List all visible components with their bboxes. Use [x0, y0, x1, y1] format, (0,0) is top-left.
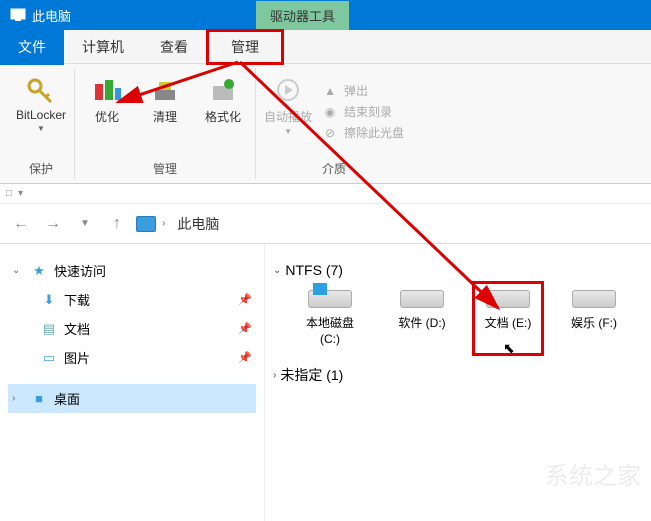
eject-icon: ▲ — [322, 83, 338, 99]
key-icon — [25, 74, 57, 106]
menu-file[interactable]: 文件 — [0, 29, 64, 65]
eject-item: ▲ 弹出 — [322, 82, 404, 99]
sidebar-documents[interactable]: ▤ 文档 📌 — [8, 314, 256, 343]
format-button[interactable]: 格式化 — [199, 74, 247, 125]
drive-icon — [400, 290, 444, 308]
group-manage-label: 管理 — [153, 158, 177, 179]
autoplay-icon — [272, 74, 304, 106]
erase-disc-item: ⊘ 擦除此光盘 — [322, 124, 404, 141]
back-button[interactable]: ← — [8, 211, 34, 237]
cleanup-button[interactable]: 清理 — [141, 74, 189, 125]
pin-icon: 📌 — [238, 293, 252, 306]
drive-f[interactable]: 娱乐 (F:) — [561, 290, 627, 347]
group-media-label: 介质 — [322, 158, 346, 179]
burn-icon: ◉ — [322, 104, 338, 120]
mini-icon: □ — [6, 188, 12, 199]
up-button[interactable]: ↑ — [104, 211, 130, 237]
section-unspecified[interactable]: › 未指定 (1) — [273, 365, 643, 385]
chevron-right-icon: › — [12, 393, 24, 404]
sidebar-quick-access[interactable]: ⌄ ★ 快速访问 — [8, 256, 256, 285]
drive-d[interactable]: 软件 (D:) — [389, 290, 455, 347]
drive-e[interactable]: 文档 (E:) ⬉ — [475, 284, 541, 353]
cleanup-icon — [149, 74, 181, 106]
forward-button[interactable]: → — [40, 211, 66, 237]
desktop-icon: ■ — [30, 391, 48, 407]
dropdown-icon: ▼ — [37, 124, 45, 133]
download-icon: ⬇ — [40, 292, 58, 308]
menu-view[interactable]: 查看 — [142, 29, 206, 65]
drive-c[interactable]: 本地磁盘 (C:) — [297, 290, 363, 347]
breadcrumb-chevron-icon[interactable]: › — [162, 218, 165, 229]
autoplay-button[interactable]: 自动播放 ▼ — [264, 74, 312, 136]
sidebar-downloads[interactable]: ⬇ 下载 📌 — [8, 285, 256, 314]
chevron-right-icon: › — [273, 370, 276, 381]
breadcrumb[interactable]: 此电脑 — [177, 214, 219, 234]
finish-burn-item: ◉ 结束刻录 — [322, 103, 404, 120]
section-ntfs[interactable]: ⌄ NTFS (7) — [273, 262, 643, 278]
cursor-icon: ⬉ — [503, 340, 515, 357]
menu-computer[interactable]: 计算机 — [64, 29, 142, 65]
drive-icon — [308, 290, 352, 308]
bitlocker-button[interactable]: BitLocker ▼ — [16, 74, 66, 133]
drive-tools-tab[interactable]: 驱动器工具 — [256, 1, 349, 30]
optimize-button[interactable]: 优化 — [83, 74, 131, 125]
star-icon: ★ — [30, 263, 48, 279]
pin-icon: 📌 — [238, 351, 252, 364]
pin-icon: 📌 — [238, 322, 252, 335]
dropdown-icon: ▼ — [284, 127, 292, 136]
chevron-down-icon: ⌄ — [273, 265, 281, 276]
group-protect-label: 保护 — [29, 158, 53, 179]
computer-icon — [10, 8, 26, 22]
drive-icon — [572, 290, 616, 308]
watermark: 系统之家 — [545, 456, 641, 491]
document-icon: ▤ — [40, 321, 58, 337]
optimize-icon — [91, 74, 123, 106]
window-title: 此电脑 — [32, 6, 71, 25]
drive-icon — [486, 290, 530, 308]
recent-dropdown[interactable]: ▼ — [72, 211, 98, 237]
chevron-down-icon: ⌄ — [12, 265, 24, 276]
menu-manage[interactable]: 管理 — [206, 29, 284, 65]
sidebar-desktop[interactable]: › ■ 桌面 — [8, 384, 256, 413]
format-icon — [207, 74, 239, 106]
mini-dropdown-icon: ▾ — [18, 188, 23, 199]
pc-icon — [136, 216, 156, 232]
picture-icon: ▭ — [40, 350, 58, 366]
sidebar-pictures[interactable]: ▭ 图片 📌 — [8, 343, 256, 372]
erase-icon: ⊘ — [322, 125, 338, 141]
